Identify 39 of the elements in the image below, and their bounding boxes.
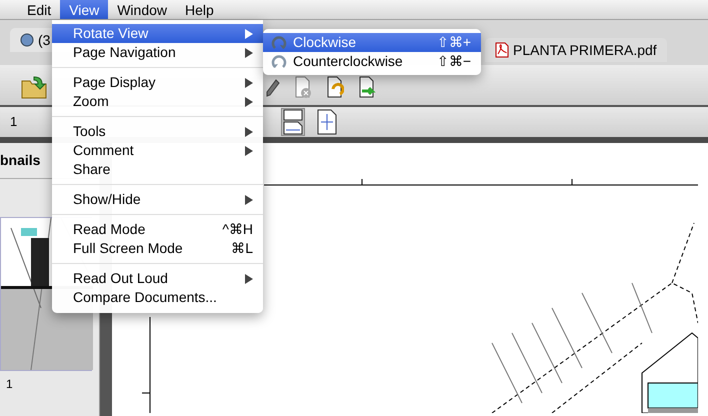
menu-item[interactable]: Share: [52, 160, 263, 179]
pencil-icon: [266, 77, 280, 97]
shortcut-label: ⌘L: [231, 239, 253, 258]
fit-width-button[interactable]: [281, 108, 306, 136]
menu-bar-item[interactable]: Help: [176, 0, 223, 19]
menu-item[interactable]: Read Out Loud: [52, 269, 263, 288]
submenu-item[interactable]: Clockwise ⇧⌘+: [263, 33, 481, 52]
menu-item[interactable]: Zoom: [52, 92, 263, 111]
menu-item[interactable]: Page Display: [52, 73, 263, 92]
panel-title: bnails: [0, 151, 40, 170]
menu-bar-item[interactable]: Window: [108, 0, 176, 19]
thumbnail-label: 1: [5, 376, 14, 393]
menu-bar-item[interactable]: View: [60, 0, 108, 19]
rotate-clockwise-icon: [271, 34, 287, 50]
fit-width-icon: [282, 109, 304, 135]
shortcut-label: ^⌘H: [222, 220, 253, 239]
menu-item[interactable]: Rotate View: [52, 24, 263, 43]
submenu-item[interactable]: Counterclockwise ⇧⌘−: [263, 52, 481, 71]
menu-item[interactable]: Compare Documents...: [52, 288, 263, 307]
menu-item[interactable]: Tools: [52, 122, 263, 141]
page-number: 1: [10, 113, 18, 132]
menu-item[interactable]: Comment: [52, 141, 263, 160]
fit-page-button[interactable]: [317, 109, 338, 135]
menu-item[interactable]: Read Mode ^⌘H: [52, 220, 263, 239]
menu-item[interactable]: Full Screen Mode ⌘L: [52, 239, 263, 258]
folder-icon: [20, 74, 48, 100]
menu-bar-item[interactable]: Edit: [18, 0, 60, 19]
shortcut-label: ⇧⌘+: [436, 33, 471, 52]
page-tool-button[interactable]: [266, 77, 280, 97]
open-folder-button[interactable]: [20, 74, 48, 100]
page-tool-button[interactable]: [358, 76, 376, 98]
page-tool-button[interactable]: [326, 76, 344, 98]
pdf-file-icon: [495, 42, 509, 58]
fit-page-icon: [317, 109, 338, 135]
rotate-counterclockwise-icon: [271, 54, 287, 70]
shortcut-label: ⇧⌘−: [436, 52, 471, 71]
globe-icon: [20, 33, 34, 47]
document-tab[interactable]: PLANTA PRIMERA.pdf: [485, 38, 667, 62]
menu-item[interactable]: Show/Hide: [52, 190, 263, 209]
